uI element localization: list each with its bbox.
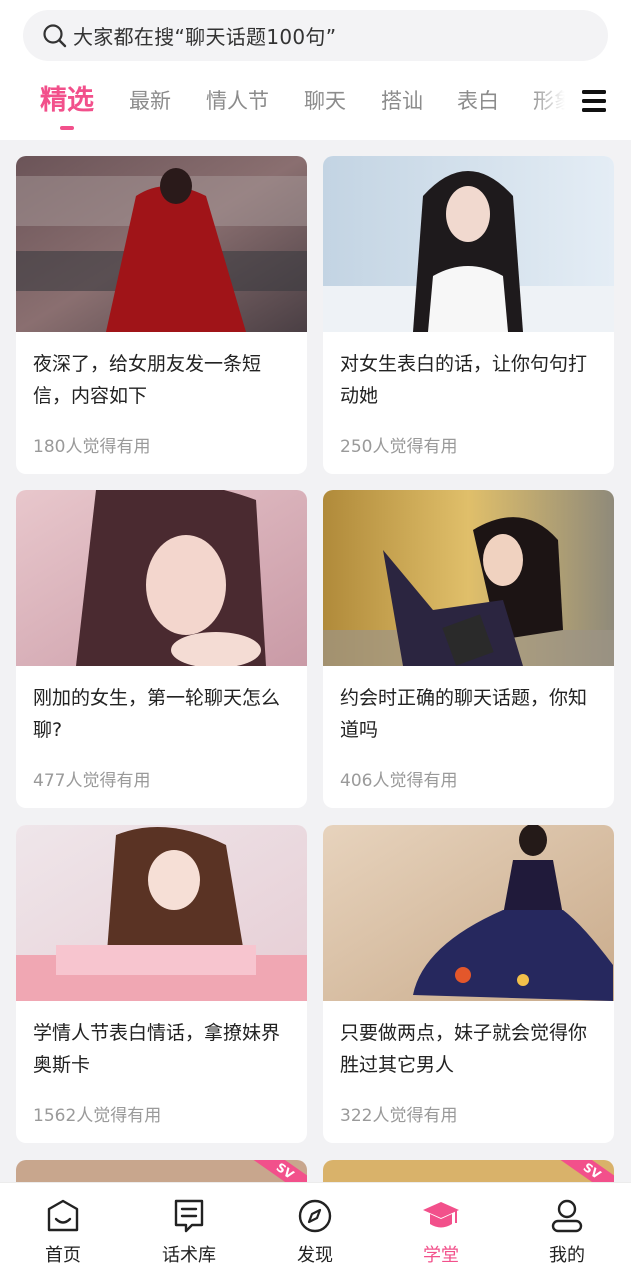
active-tab-indicator [60,126,74,130]
tab-chat[interactable]: 聊天 [304,78,346,124]
article-image [16,490,307,666]
article-title: 夜深了，给女朋友发一条短信，内容如下 [33,353,262,407]
nav-academy[interactable]: 学堂 [396,1197,486,1275]
tab-confession[interactable]: 表白 [457,78,499,124]
category-tabs: 精选 最新 情人节 聊天 搭讪 表白 形象 [0,78,631,130]
nav-home[interactable]: 首页 [18,1197,108,1275]
article-useful-count: 406人觉得有用 [340,771,458,791]
tab-pickup[interactable]: 搭讪 [381,78,423,124]
article-image [16,825,307,1001]
article-title: 约会时正确的聊天话题，你知道吗 [340,687,588,741]
tabs-fade [530,78,580,124]
header: 大家都在搜“聊天话题100句” 精选 最新 情人节 聊天 搭讪 表白 形象 [0,0,631,140]
article-title: 学情人节表白情话，拿撩妹界奥斯卡 [33,1022,281,1076]
article-card[interactable]: 只要做两点，妹子就会觉得你胜过其它男人 322人觉得有用 [323,825,614,1143]
graduation-cap-icon [423,1202,459,1228]
nav-label: 话术库 [162,1245,216,1266]
nav-script-library[interactable]: 话术库 [144,1197,234,1275]
compass-icon [298,1199,332,1233]
article-useful-count: 322人觉得有用 [340,1106,458,1126]
article-card[interactable]: 约会时正确的聊天话题，你知道吗 406人觉得有用 [323,490,614,808]
tab-valentines[interactable]: 情人节 [206,78,269,124]
nav-discover[interactable]: 发现 [270,1197,360,1275]
search-placeholder: 大家都在搜“聊天话题100句” [73,25,337,49]
user-icon [551,1199,583,1233]
article-card[interactable]: 夜深了，给女朋友发一条短信，内容如下 180人觉得有用 [16,156,307,474]
article-card[interactable]: 刚加的女生，第一轮聊天怎么聊? 477人觉得有用 [16,490,307,808]
nav-label: 学堂 [423,1245,459,1266]
search-icon [43,23,67,47]
search-bar[interactable]: 大家都在搜“聊天话题100句” [23,10,608,61]
menu-icon[interactable] [580,88,608,114]
script-library-icon [174,1199,204,1233]
article-useful-count: 477人觉得有用 [33,771,151,791]
bottom-nav: 首页 话术库 发现 学堂 我的 [0,1182,631,1280]
article-image [16,156,307,332]
tab-featured[interactable]: 精选 [40,78,94,124]
article-card[interactable]: 学情人节表白情话，拿撩妹界奥斯卡 1562人觉得有用 [16,825,307,1143]
article-title: 刚加的女生，第一轮聊天怎么聊? [33,687,281,741]
article-image [323,156,614,332]
nav-label: 我的 [549,1245,585,1266]
tab-latest[interactable]: 最新 [129,78,171,124]
nav-label: 首页 [45,1245,81,1266]
article-useful-count: 1562人觉得有用 [33,1106,162,1126]
article-title: 只要做两点，妹子就会觉得你胜过其它男人 [340,1022,588,1076]
home-icon [47,1199,79,1232]
article-useful-count: 250人觉得有用 [340,437,458,457]
article-card[interactable]: 对女生表白的话，让你句句打动她 250人觉得有用 [323,156,614,474]
article-image [323,490,614,666]
nav-mine[interactable]: 我的 [522,1197,612,1275]
article-image [323,825,614,1001]
article-title: 对女生表白的话，让你句句打动她 [340,353,588,407]
nav-label: 发现 [297,1245,333,1266]
article-useful-count: 180人觉得有用 [33,437,151,457]
